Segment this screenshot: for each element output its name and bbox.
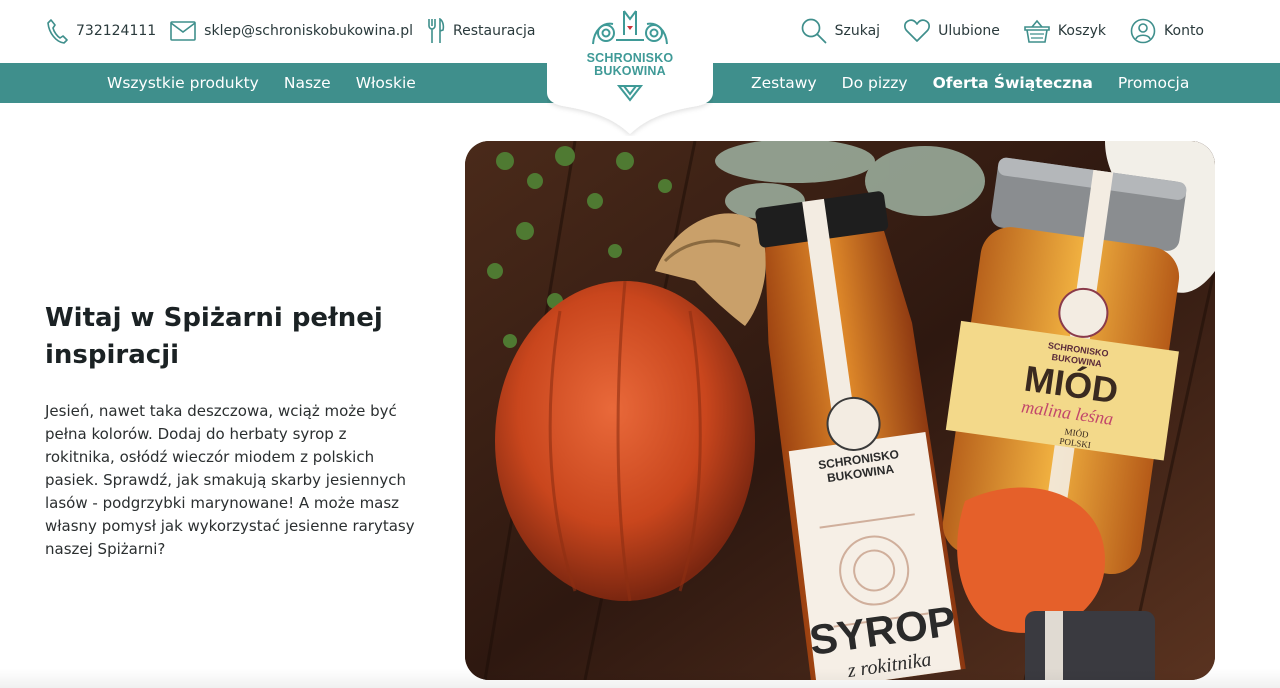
hero-description: Jesień, nawet taka deszczowa, wciąż może…: [45, 402, 415, 558]
product-photo: SCHRONISKO BUKOWINA SYROP z rokitnika SC…: [465, 141, 1215, 680]
nav-sets[interactable]: Zestawy: [751, 74, 817, 92]
nav-left-group: Wszystkie produkty Nasze Włoskie: [107, 63, 416, 103]
contact-bar: 732124111 sklep@schroniskobukowina.pl Re…: [46, 16, 535, 46]
email-address: sklep@schroniskobukowina.pl: [204, 23, 414, 39]
cutlery-icon: [427, 18, 445, 44]
logo[interactable]: SCHRONISKO BUKOWINA: [547, 0, 713, 136]
nav-right-group: Zestawy Do pizzy Oferta Świąteczna Promo…: [751, 63, 1189, 103]
phone-icon: [46, 18, 68, 44]
search-label: Szukaj: [834, 23, 881, 39]
basket-icon: [1024, 18, 1050, 44]
nav-ours[interactable]: Nasze: [284, 74, 331, 92]
nav-all-products[interactable]: Wszystkie produkty: [107, 74, 259, 92]
account-button[interactable]: Konto: [1130, 18, 1204, 44]
restaurant-label: Restauracja: [453, 23, 536, 39]
cart-label: Koszyk: [1057, 23, 1107, 39]
phone-link[interactable]: 732124111: [46, 18, 156, 44]
nav-promotion[interactable]: Promocja: [1118, 74, 1190, 92]
user-actions: Szukaj Ulubione Koszyk Konto: [801, 16, 1204, 46]
nav-italian[interactable]: Włoskie: [356, 74, 416, 92]
phone-number: 732124111: [76, 23, 157, 39]
restaurant-link[interactable]: Restauracja: [427, 18, 535, 44]
email-link[interactable]: sklep@schroniskobukowina.pl: [170, 21, 413, 41]
hero-title: Witaj w Spiżarni pełnej inspiracji: [45, 303, 383, 370]
nav-pizza[interactable]: Do pizzy: [842, 74, 908, 92]
nav-christmas-offer[interactable]: Oferta Świąteczna: [933, 74, 1093, 92]
cart-button[interactable]: Koszyk: [1024, 18, 1106, 44]
search-icon: [801, 18, 827, 44]
account-label: Konto: [1164, 23, 1204, 39]
section-divider-shadow: [0, 668, 1280, 688]
hero-image: SCHRONISKO BUKOWINA SYROP z rokitnika SC…: [465, 141, 1215, 680]
search-button[interactable]: Szukaj: [801, 18, 880, 44]
heart-icon: [904, 19, 931, 43]
favorites-label: Ulubione: [938, 23, 1000, 39]
logo-line-2: BUKOWINA: [594, 64, 666, 78]
user-icon: [1130, 18, 1156, 44]
envelope-icon: [170, 21, 196, 41]
favorites-button[interactable]: Ulubione: [904, 19, 1000, 43]
